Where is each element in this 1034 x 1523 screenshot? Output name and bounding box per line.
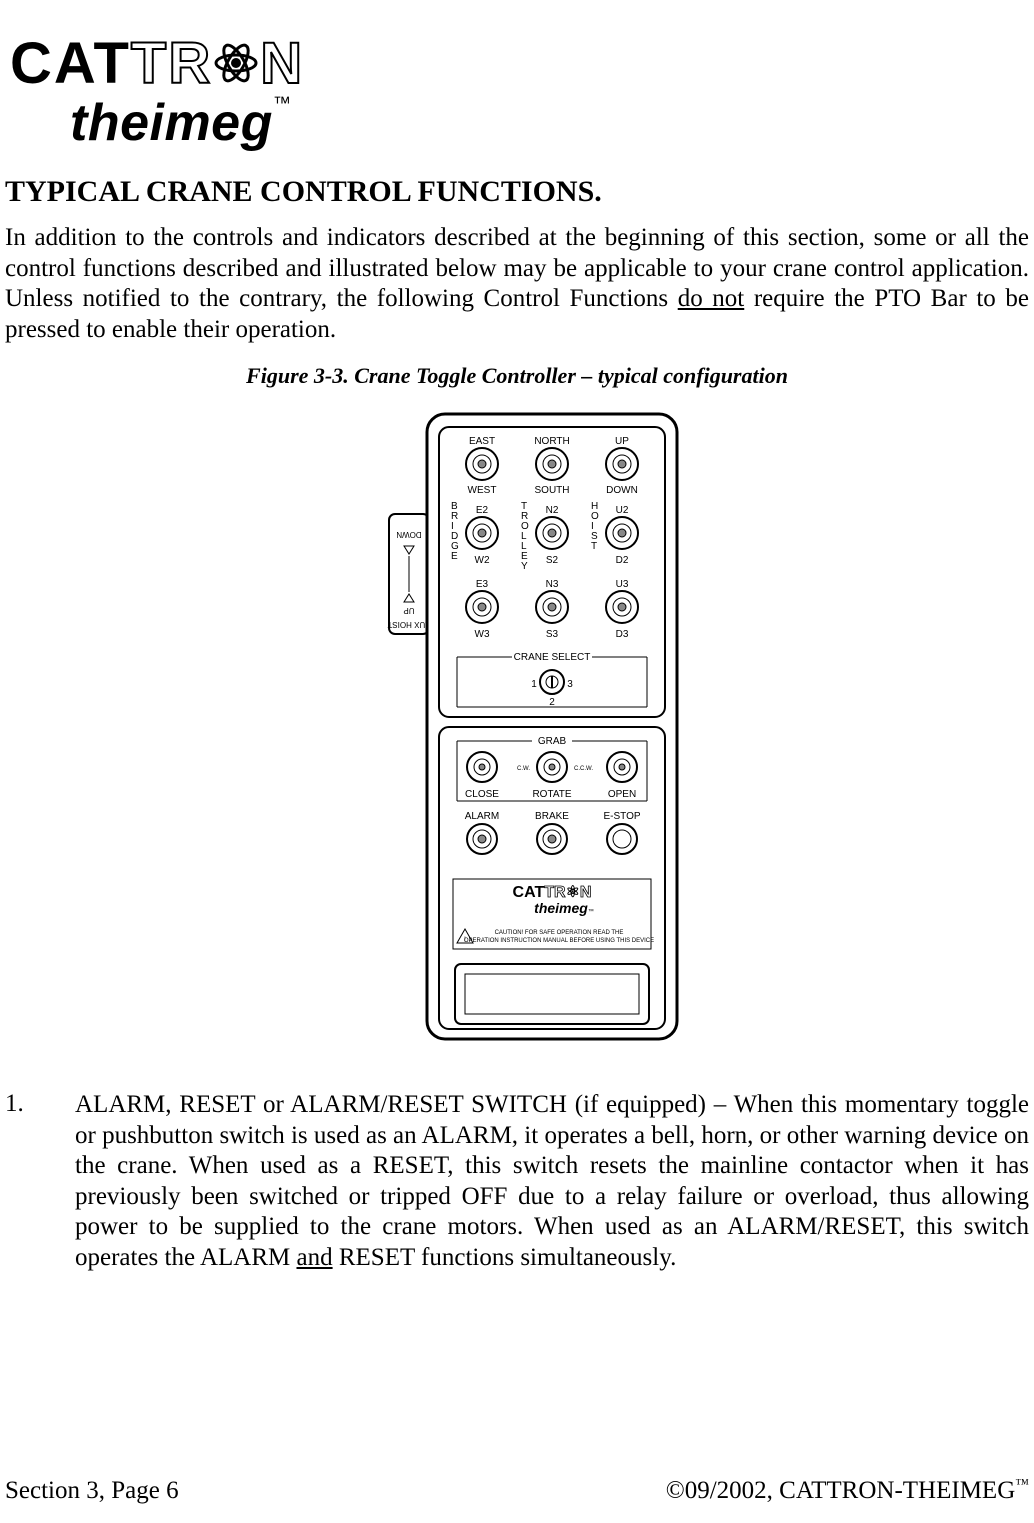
section-heading: TYPICAL CRANE CONTROL FUNCTIONS. <box>5 175 1029 209</box>
svg-text:3: 3 <box>567 679 573 690</box>
svg-text:W3: W3 <box>475 629 490 640</box>
svg-text:U3: U3 <box>616 579 629 590</box>
footer-right: ©09/2002, CATTRON-THEIMEG™ <box>666 1477 1029 1505</box>
svg-text:S2: S2 <box>546 555 559 566</box>
svg-text:DOWN: DOWN <box>606 485 638 496</box>
figure: text { font-family: Arial, Helvetica, sa… <box>5 409 1029 1054</box>
svg-text:AUX HOIST: AUX HOIST <box>387 620 430 629</box>
svg-text:D3: D3 <box>616 629 629 640</box>
svg-text:ALARM: ALARM <box>465 811 499 822</box>
svg-text:D2: D2 <box>616 555 629 566</box>
svg-text:BRAKE: BRAKE <box>535 811 569 822</box>
list-text-2: RESET functions simultaneously. <box>333 1244 677 1271</box>
svg-text:UP: UP <box>403 606 414 615</box>
svg-text:1: 1 <box>531 679 537 690</box>
svg-text:2: 2 <box>549 697 555 708</box>
svg-text:C.W.: C.W. <box>517 766 530 772</box>
svg-text:WEST: WEST <box>468 485 497 496</box>
svg-text:DOWN: DOWN <box>396 530 422 539</box>
svg-text:ROTATE: ROTATE <box>532 789 571 800</box>
controller-diagram: text { font-family: Arial, Helvetica, sa… <box>327 409 707 1049</box>
svg-text:T: T <box>591 541 597 552</box>
svg-text:theimeg™: theimeg™ <box>534 900 594 916</box>
svg-text:OPEN: OPEN <box>608 789 636 800</box>
svg-text:E3: E3 <box>476 579 489 590</box>
page-footer: Section 3, Page 6 ©09/2002, CATTRON-THEI… <box>5 1477 1029 1505</box>
svg-text:E-STOP: E-STOP <box>603 811 640 822</box>
intro-paragraph: In addition to the controls and indicato… <box>5 223 1029 345</box>
svg-text:N2: N2 <box>546 505 559 516</box>
list-number: 1. <box>5 1090 75 1273</box>
list-item-1: 1. ALARM, RESET or ALARM/RESET SWITCH (i… <box>5 1090 1029 1273</box>
svg-text:UP: UP <box>615 436 629 447</box>
svg-text:S3: S3 <box>546 629 559 640</box>
brand-logo: CATTRN theimeg™ <box>5 30 1029 153</box>
svg-text:Y: Y <box>521 561 528 572</box>
svg-text:CLOSE: CLOSE <box>465 789 499 800</box>
footer-left: Section 3, Page 6 <box>5 1477 179 1505</box>
svg-text:OPERATION INSTRUCTION MANUAL B: OPERATION INSTRUCTION MANUAL BEFORE USIN… <box>464 938 654 944</box>
svg-text:U2: U2 <box>616 505 629 516</box>
svg-text:SOUTH: SOUTH <box>535 485 570 496</box>
svg-text:CRANE SELECT: CRANE SELECT <box>514 652 591 663</box>
svg-text:W2: W2 <box>475 555 490 566</box>
list-underline: and <box>296 1244 332 1271</box>
svg-text:C.C.W.: C.C.W. <box>574 766 593 772</box>
svg-text:N3: N3 <box>546 579 559 590</box>
svg-text:E2: E2 <box>476 505 489 516</box>
intro-underline: do not <box>678 285 745 312</box>
figure-caption: Figure 3-3. Crane Toggle Controller – ty… <box>5 363 1029 389</box>
svg-text:NORTH: NORTH <box>534 436 569 447</box>
svg-text:CATTR⚛N: CATTR⚛N <box>513 884 592 901</box>
svg-text:GRAB: GRAB <box>538 736 567 747</box>
svg-text:E: E <box>451 551 458 562</box>
svg-text:CAUTION! FOR SAFE OPERATION RE: CAUTION! FOR SAFE OPERATION READ THE <box>495 930 624 936</box>
svg-text:EAST: EAST <box>469 436 495 447</box>
list-text: ALARM, RESET or ALARM/RESET SWITCH (if e… <box>75 1090 1029 1273</box>
